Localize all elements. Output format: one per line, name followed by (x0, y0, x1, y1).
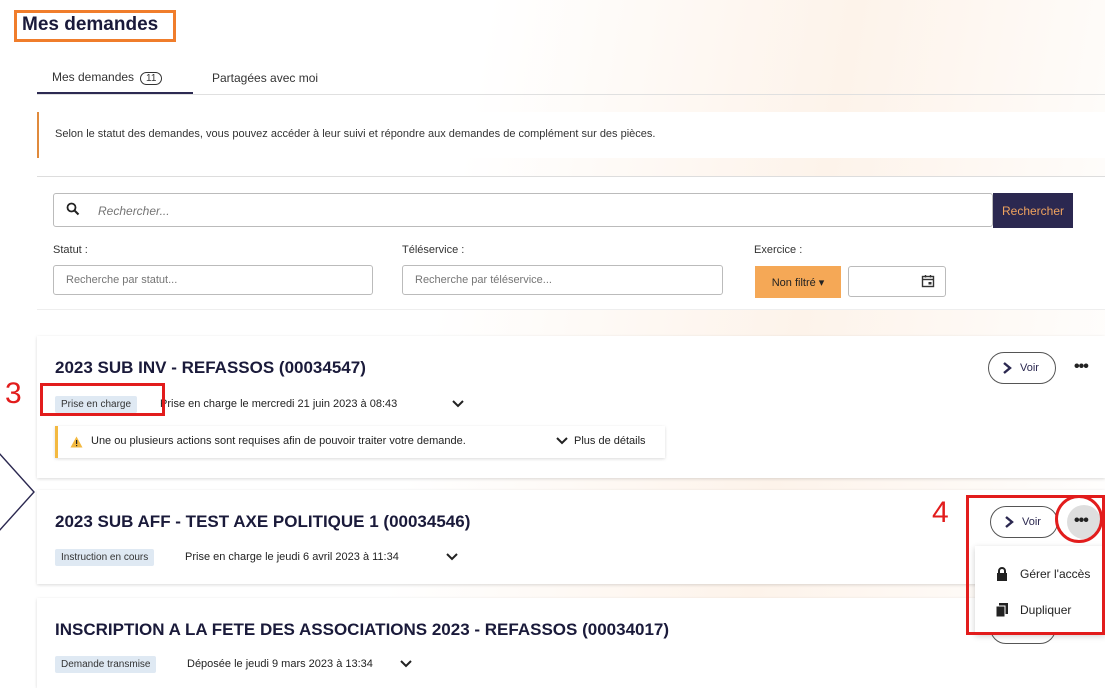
annotation-box-3 (40, 383, 165, 416)
voir-label: Voir (1020, 362, 1039, 374)
chevron-down-icon[interactable] (400, 660, 412, 668)
status-badge: Demande transmise (55, 656, 157, 673)
teleservice-input[interactable] (402, 265, 723, 295)
tab-divider (37, 94, 1105, 95)
count-badge: 11 (140, 72, 163, 85)
tab-partagees[interactable]: Partagées avec moi (212, 71, 318, 85)
chevron-down-icon[interactable] (446, 553, 458, 561)
search-button[interactable]: Rechercher (993, 193, 1073, 228)
more-options-icon[interactable]: ••• (1074, 358, 1089, 376)
exercice-filter-dropdown[interactable]: Non filtré ▾ (755, 266, 841, 298)
voir-button[interactable]: Voir (988, 352, 1056, 384)
request-title[interactable]: 2023 SUB AFF - TEST AXE POLITIQUE 1 (000… (55, 512, 470, 532)
search-icon (66, 202, 80, 216)
tab-mes-demandes[interactable]: Mes demandes 11 (52, 70, 163, 85)
statut-input[interactable] (53, 265, 373, 295)
warning-icon (70, 436, 83, 448)
status-detail: Déposée le jeudi 9 mars 2023 à 13:34 (187, 658, 373, 670)
plus-de-details-link[interactable]: Plus de détails (574, 435, 646, 447)
request-card (37, 598, 1105, 688)
info-text: Selon le statut des demandes, vous pouve… (55, 128, 656, 140)
exercice-label: Exercice : (754, 244, 803, 256)
tab-active-indicator (37, 92, 193, 94)
chevron-down-icon[interactable] (556, 437, 568, 445)
tab-label: Mes demandes (52, 70, 135, 84)
annotation-number: 3 (5, 377, 22, 410)
status-detail: Prise en charge le mercredi 21 juin 2023… (160, 398, 398, 410)
status-badge: Instruction en cours (55, 549, 155, 566)
request-title[interactable]: INSCRIPTION A LA FETE DES ASSOCIATIONS 2… (55, 620, 669, 640)
teleservice-label: Téléservice : (402, 244, 465, 256)
page-title: Mes demandes (22, 14, 159, 35)
action-required-alert: Une ou plusieurs actions sont requises a… (55, 426, 665, 458)
alert-text: Une ou plusieurs actions sont requises a… (91, 435, 466, 447)
annotation-circle (1055, 495, 1103, 543)
statut-label: Statut : (53, 244, 88, 256)
annotation-number: 4 (932, 496, 949, 529)
chevron-down-icon[interactable] (452, 400, 464, 408)
request-title[interactable]: 2023 SUB INV - REFASSOS (00034547) (55, 358, 366, 378)
chevron-right-icon (1003, 362, 1012, 374)
status-detail: Prise en charge le jeudi 6 avril 2023 à … (185, 551, 399, 563)
calendar-icon[interactable] (921, 274, 935, 288)
info-banner: Selon le statut des demandes, vous pouve… (37, 112, 1105, 158)
chevron-right-decoration-icon (0, 453, 35, 531)
search-input[interactable] (96, 199, 960, 223)
